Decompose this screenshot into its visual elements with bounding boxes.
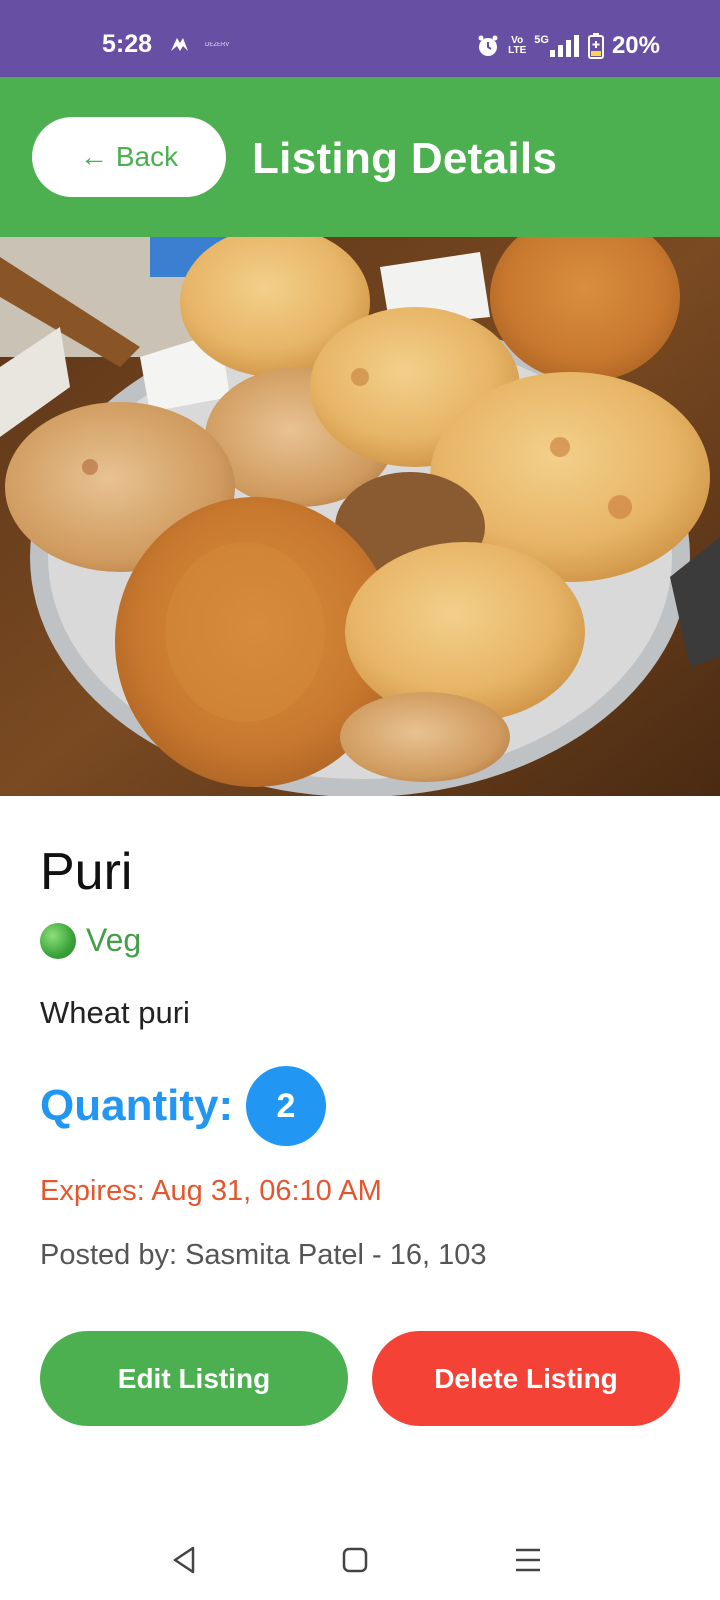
back-button[interactable]: ← Back: [32, 117, 226, 197]
status-time: 5:28: [102, 30, 153, 58]
listing-title: Puri: [40, 843, 133, 901]
edit-listing-button[interactable]: Edit Listing: [40, 1331, 348, 1426]
battery-icon: [587, 33, 604, 59]
nav-home-icon[interactable]: [335, 1540, 375, 1580]
nav-back-icon[interactable]: [165, 1540, 205, 1580]
delete-listing-button[interactable]: Delete Listing: [372, 1331, 680, 1426]
status-icons: Vo LTE 5G 20%: [476, 31, 660, 61]
expiry-text: Expires: Aug 31, 06:10 AM: [40, 1175, 382, 1207]
quantity-badge: 2: [246, 1066, 326, 1146]
battery-percent: 20%: [611, 32, 660, 59]
volte-icon: Vo LTE: [508, 36, 526, 56]
system-nav-bar: [0, 1520, 720, 1600]
page-title: Listing Details: [252, 134, 558, 183]
volte-bottom: LTE: [508, 45, 527, 56]
posted-by-text: Posted by: Sasmita Patel - 16, 103: [40, 1239, 487, 1271]
status-small-text: DEZERV: [205, 42, 230, 48]
back-label: Back: [115, 141, 179, 172]
app-bar: ← Back Listing Details: [0, 77, 720, 237]
diet-label: Veg: [86, 922, 142, 958]
quantity-label: Quantity:: [40, 1081, 234, 1130]
status-bar: 5:28 DEZERV Vo LTE 5G 20%: [0, 0, 720, 77]
signal-icon: 5G: [534, 35, 580, 57]
app-notification-icon: [168, 34, 190, 56]
listing-description: Wheat puri: [40, 995, 190, 1030]
nav-menu-icon[interactable]: [508, 1540, 548, 1580]
diet-indicator: Veg: [40, 922, 141, 959]
puri-plate-image: [0, 237, 720, 796]
veg-dot-icon: [40, 922, 76, 959]
listing-image: [0, 237, 720, 796]
signal-label: 5G: [534, 34, 549, 46]
back-arrow-icon: ←: [79, 141, 108, 172]
alarm-icon: [476, 34, 500, 58]
